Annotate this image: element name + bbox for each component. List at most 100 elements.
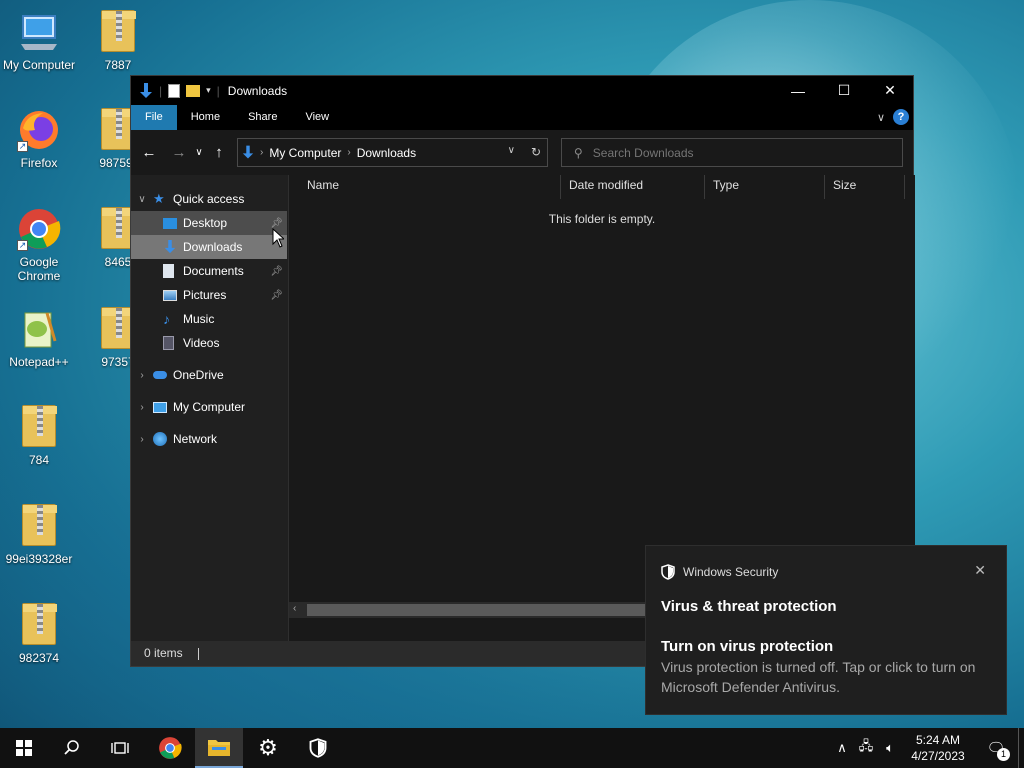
desktop-icon-label: 982374 bbox=[18, 651, 60, 665]
shortcut-arrow-icon: ↗ bbox=[17, 141, 28, 152]
desktop-icon-zip-784[interactable]: 784 bbox=[1, 405, 77, 467]
tab-file[interactable]: File bbox=[131, 105, 177, 130]
taskbar-settings[interactable]: ⚙ bbox=[244, 728, 292, 768]
desktop-icon-label: 7887 bbox=[104, 58, 132, 72]
sidebar-item-music[interactable]: ♪ Music bbox=[131, 307, 287, 331]
start-button[interactable] bbox=[0, 728, 48, 768]
quick-access-toolbar: | ▾ | bbox=[131, 82, 220, 99]
chevron-right-icon[interactable]: › bbox=[131, 402, 153, 413]
desktop-icon-firefox[interactable]: ↗ Firefox bbox=[1, 108, 77, 170]
clock-time: 5:24 AM bbox=[915, 733, 961, 747]
desktop-icon-zip-7887[interactable]: 7887 bbox=[80, 10, 156, 72]
network-status-icon[interactable]: 🖧︎ bbox=[854, 737, 878, 759]
sidebar-item-pictures[interactable]: Pictures 📌︎ bbox=[131, 283, 287, 307]
maximize-button[interactable]: ☐ bbox=[821, 76, 867, 105]
desktop-icon-zip-99ei39328er[interactable]: 99ei39328er bbox=[1, 504, 77, 566]
breadcrumb-my-computer[interactable]: My Computer bbox=[269, 146, 341, 160]
sidebar-item-onedrive[interactable]: › OneDrive bbox=[131, 363, 287, 387]
sidebar-item-label: Music bbox=[183, 312, 215, 326]
document-icon bbox=[163, 264, 174, 278]
taskbar-chrome[interactable] bbox=[146, 728, 194, 768]
download-arrow-icon bbox=[242, 145, 254, 159]
search-input[interactable] bbox=[592, 145, 873, 160]
desktop-icon-label: 784 bbox=[28, 453, 50, 467]
sidebar-item-label: Downloads bbox=[183, 240, 243, 254]
navigation-bar: ← → ∨ ↑ › My Computer › Downloads ∨ ↻ ⚲ bbox=[131, 130, 913, 175]
desktop-icon-chrome[interactable]: ↗ Google Chrome bbox=[1, 207, 77, 283]
expand-ribbon-icon[interactable]: ∨ bbox=[877, 111, 885, 124]
tab-share[interactable]: Share bbox=[234, 105, 291, 130]
desktop-icon-my-computer[interactable]: My Computer bbox=[1, 10, 77, 72]
tab-home[interactable]: Home bbox=[177, 105, 234, 130]
show-desktop-button[interactable] bbox=[1018, 728, 1024, 768]
sidebar-item-videos[interactable]: Videos bbox=[131, 331, 287, 355]
system-tray: ∧ 🖧︎ 🔈︎ 5:24 AM 4/27/2023 🗨︎ 1 bbox=[830, 728, 1024, 768]
sidebar-item-label: Desktop bbox=[183, 216, 228, 230]
sidebar-item-label: Documents bbox=[183, 264, 244, 278]
back-button[interactable]: ← bbox=[137, 144, 161, 161]
search-icon bbox=[64, 740, 79, 755]
pin-icon[interactable]: 📌︎ bbox=[270, 266, 283, 277]
refresh-icon[interactable]: ↻ bbox=[531, 145, 541, 159]
column-header-date-modified[interactable]: Date modified bbox=[561, 175, 705, 199]
chevron-right-icon[interactable]: › bbox=[131, 370, 153, 381]
video-icon bbox=[163, 336, 174, 350]
sidebar-item-desktop[interactable]: Desktop 📌︎ bbox=[131, 211, 287, 235]
new-folder-icon[interactable] bbox=[186, 84, 201, 97]
help-icon[interactable]: ? bbox=[893, 109, 909, 125]
volume-icon[interactable]: 🔈︎ bbox=[878, 740, 902, 756]
column-header-name[interactable]: Name bbox=[299, 175, 561, 199]
sidebar-item-label: Network bbox=[173, 432, 218, 446]
properties-icon[interactable] bbox=[168, 83, 181, 98]
column-header-type[interactable]: Type bbox=[705, 175, 825, 199]
notepadpp-icon bbox=[17, 307, 61, 351]
up-button[interactable]: ↑ bbox=[207, 144, 231, 161]
desktop-icon-zip-982374[interactable]: 982374 bbox=[1, 603, 77, 665]
navigation-pane[interactable]: ∨ ★ Quick access Desktop 📌︎ Downloads Do… bbox=[131, 175, 289, 643]
desktop-icon-notepadpp[interactable]: Notepad++ bbox=[1, 307, 77, 369]
sidebar-item-network[interactable]: › Network bbox=[131, 427, 287, 451]
forward-button[interactable]: → bbox=[167, 144, 191, 161]
notification-heading: Virus & threat protection bbox=[661, 598, 837, 615]
column-header-row: Name Date modified Type Size bbox=[289, 175, 915, 199]
sidebar-item-label: OneDrive bbox=[173, 368, 224, 382]
address-bar[interactable]: › My Computer › Downloads ∨ ↻ bbox=[237, 138, 548, 167]
show-hidden-icons-chevron-icon[interactable]: ∧ bbox=[830, 740, 854, 756]
computer-icon bbox=[153, 401, 167, 413]
sidebar-item-downloads[interactable]: Downloads bbox=[131, 235, 287, 259]
action-center-button[interactable]: 🗨︎ 1 bbox=[974, 728, 1018, 768]
notification-message: Virus protection is turned off. Tap or c… bbox=[661, 659, 976, 695]
pin-icon[interactable]: 📌︎ bbox=[270, 290, 283, 301]
sidebar-item-documents[interactable]: Documents 📌︎ bbox=[131, 259, 287, 283]
title-bar[interactable]: | ▾ | Downloads — ☐ ✕ bbox=[131, 76, 913, 105]
taskbar-windows-security[interactable] bbox=[294, 728, 342, 768]
recent-locations-button[interactable]: ∨ bbox=[191, 147, 207, 158]
notification-close-button[interactable]: ✕ bbox=[974, 562, 986, 579]
scrollbar-thumb[interactable] bbox=[307, 604, 647, 616]
tab-view[interactable]: View bbox=[291, 105, 343, 130]
breadcrumb-downloads[interactable]: Downloads bbox=[357, 146, 416, 160]
clock[interactable]: 5:24 AM 4/27/2023 bbox=[902, 732, 974, 764]
shield-icon bbox=[309, 738, 327, 758]
chevron-down-icon[interactable]: ∨ bbox=[131, 194, 153, 205]
taskbar-file-explorer[interactable] bbox=[195, 728, 243, 768]
search-button[interactable] bbox=[48, 728, 96, 768]
minimize-button[interactable]: — bbox=[775, 76, 821, 105]
shortcut-arrow-icon: ↗ bbox=[17, 240, 28, 251]
sidebar-item-my-computer[interactable]: › My Computer bbox=[131, 395, 287, 419]
chevron-right-icon[interactable]: › bbox=[131, 434, 153, 445]
column-header-size[interactable]: Size bbox=[825, 175, 905, 199]
search-box[interactable]: ⚲ bbox=[561, 138, 903, 167]
pin-icon[interactable]: 📌︎ bbox=[270, 218, 283, 229]
zip-folder-icon bbox=[17, 504, 61, 548]
customize-toolbar-icon[interactable]: ▾ bbox=[206, 85, 211, 96]
address-dropdown-icon[interactable]: ∨ bbox=[508, 145, 515, 159]
security-notification[interactable]: Windows Security ✕ Virus & threat protec… bbox=[645, 545, 1007, 715]
task-view-button[interactable] bbox=[96, 728, 144, 768]
sidebar-item-quick-access[interactable]: ∨ ★ Quick access bbox=[131, 187, 287, 211]
network-icon bbox=[153, 432, 167, 446]
sidebar-item-label: Videos bbox=[183, 336, 220, 350]
close-button[interactable]: ✕ bbox=[867, 76, 913, 105]
scroll-left-icon[interactable]: ‹ bbox=[293, 603, 296, 614]
zip-folder-icon bbox=[17, 603, 61, 647]
